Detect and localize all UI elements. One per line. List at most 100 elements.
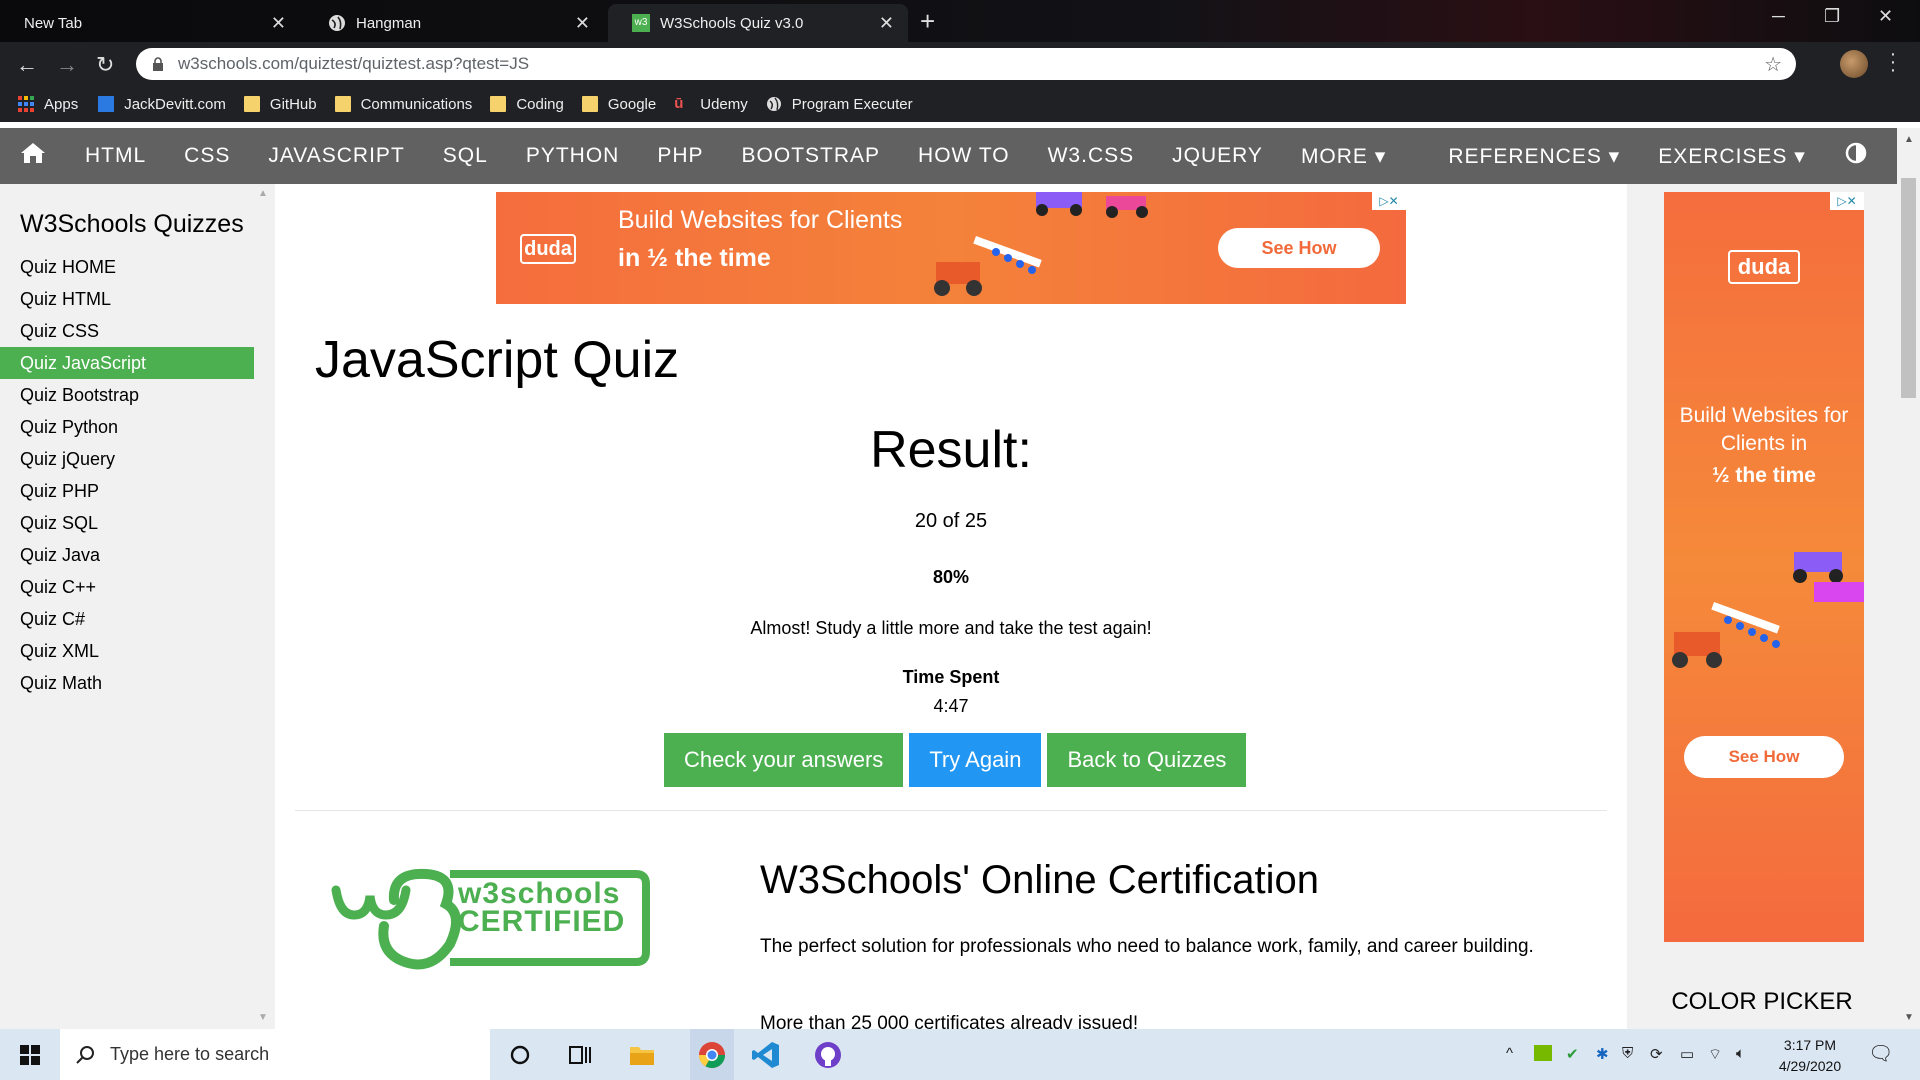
sidebar-item-quiz-bootstrap[interactable]: Quiz Bootstrap [0, 379, 275, 411]
back-arrow-icon[interactable]: ← [16, 52, 38, 78]
scrollbar-thumb[interactable] [1901, 178, 1916, 398]
bookmark-program-executer[interactable]: Program Executer [766, 96, 913, 113]
w3schools-favicon-icon: w3 [632, 14, 650, 32]
close-tab-icon[interactable]: ✕ [271, 13, 286, 34]
minimize-icon[interactable]: ─ [1772, 6, 1785, 27]
nav-how-to[interactable]: HOW TO [899, 144, 1029, 168]
volume-icon[interactable]: 🔈︎ [1736, 1045, 1745, 1062]
sidebar-item-quiz-php[interactable]: Quiz PHP [0, 475, 275, 507]
github-desktop-icon[interactable] [814, 1041, 842, 1069]
sidebar-item-quiz-java[interactable]: Quiz Java [0, 539, 275, 571]
nav-exercises[interactable]: EXERCISES ▾ [1639, 144, 1825, 169]
bookmark-coding[interactable]: Coding [490, 96, 564, 113]
nav-css[interactable]: CSS [165, 144, 249, 168]
result-score: 20 of 25 [914, 510, 988, 532]
new-tab-plus-icon[interactable]: + [920, 6, 935, 37]
sidebar-scroll-up-icon[interactable]: ▲ [258, 188, 268, 199]
restore-icon[interactable]: ❐ [1824, 6, 1840, 27]
apps-grid-icon [18, 96, 34, 112]
sidebar-item-quiz-css[interactable]: Quiz CSS [0, 315, 275, 347]
bookmark-communications[interactable]: Communications [334, 96, 472, 113]
sidebar-item-quiz-xml[interactable]: Quiz XML [0, 635, 275, 667]
color-picker-heading: COLOR PICKER [1671, 988, 1853, 1015]
ad-choices-icon[interactable]: ▷✕ [1372, 192, 1406, 210]
task-view-icon[interactable] [566, 1041, 594, 1069]
ad-subline: ½ the time [1712, 464, 1816, 487]
bookmark-jackdevitt[interactable]: JackDevitt.com [98, 96, 226, 113]
back-to-quizzes-button[interactable]: Back to Quizzes [1047, 733, 1247, 787]
update-icon[interactable]: ⟳ [1650, 1045, 1663, 1063]
sidebar-item-quiz-html[interactable]: Quiz HTML [0, 283, 275, 315]
sidebar-item-quiz-cpp[interactable]: Quiz C++ [0, 571, 275, 603]
go-kart-illustration-icon [1672, 552, 1864, 668]
scroll-up-icon[interactable]: ▲ [1904, 134, 1914, 145]
nav-more[interactable]: MORE ▾ [1282, 144, 1405, 169]
show-hidden-icons-icon[interactable]: ^ [1506, 1045, 1513, 1062]
bookmark-star-icon[interactable]: ☆ [1764, 52, 1782, 77]
nav-references[interactable]: REFERENCES ▾ [1429, 144, 1639, 169]
taskbar-search-box[interactable]: Type here to search [60, 1029, 490, 1080]
cortana-icon[interactable] [506, 1041, 534, 1069]
bookmark-google[interactable]: Google [581, 96, 656, 113]
ad-see-how-button[interactable]: See How [1684, 736, 1844, 778]
file-explorer-icon[interactable] [628, 1041, 656, 1069]
chrome-icon[interactable] [690, 1029, 734, 1080]
battery-icon[interactable]: ▭ [1680, 1045, 1694, 1063]
nav-python[interactable]: PYTHON [507, 144, 639, 168]
sidebar-item-quiz-csharp[interactable]: Quiz C# [0, 603, 275, 635]
sidebar-item-quiz-python[interactable]: Quiz Python [0, 411, 275, 443]
address-bar[interactable]: w3schools.com/quiztest/quiztest.asp?qtes… [136, 48, 1796, 80]
nav-jquery[interactable]: JQUERY [1153, 144, 1282, 168]
sidebar-item-quiz-jquery[interactable]: Quiz jQuery [0, 443, 275, 475]
sidebar-item-quiz-home[interactable]: Quiz HOME [0, 251, 275, 283]
result-percent: 80% [932, 567, 970, 587]
wifi-icon[interactable]: ⌔ [1708, 1045, 1722, 1064]
time-spent-label: Time Spent [902, 667, 1000, 687]
menu-kebab-icon[interactable]: · · · [1888, 44, 1898, 80]
nav-w3css[interactable]: W3.CSS [1029, 144, 1154, 168]
home-icon[interactable] [0, 142, 66, 170]
vscode-icon[interactable] [752, 1041, 780, 1069]
forward-arrow-icon[interactable]: → [56, 52, 78, 78]
bookmark-apps[interactable]: Apps [18, 96, 78, 113]
w3schools-certified-logo: w3schools CERTIFIED [330, 860, 660, 980]
sync-check-icon[interactable]: ✔ [1566, 1045, 1579, 1063]
sidebar-scroll-down-icon[interactable]: ▼ [258, 1012, 268, 1023]
tab-hangman[interactable]: Hangman ✕ [304, 4, 604, 42]
scroll-down-icon[interactable]: ▼ [1904, 1012, 1914, 1023]
profile-avatar[interactable] [1840, 50, 1868, 78]
nav-bootstrap[interactable]: BOOTSTRAP [723, 144, 900, 168]
nav-javascript[interactable]: JAVASCRIPT [249, 144, 423, 168]
close-tab-icon[interactable]: ✕ [575, 13, 590, 34]
page-title: JavaScript Quiz [315, 331, 680, 389]
sidebar-item-quiz-sql[interactable]: Quiz SQL [0, 507, 275, 539]
notifications-icon[interactable]: 🗨︎ [1868, 1041, 1893, 1066]
close-tab-icon[interactable]: ✕ [879, 13, 894, 34]
nav-sql[interactable]: SQL [424, 144, 507, 168]
cert-logo-text: w3schools CERTIFIED [458, 877, 626, 938]
nav-php[interactable]: PHP [638, 144, 722, 168]
reload-icon[interactable]: ↻ [96, 52, 114, 78]
taskbar-clock[interactable]: 3:17 PM 4/29/2020 [1760, 1035, 1860, 1077]
ad-brand-logo: duda [1728, 250, 1800, 284]
ad-banner[interactable]: duda Build Websites for Clients in ½ the… [496, 192, 1406, 304]
sidebar-item-quiz-math[interactable]: Quiz Math [0, 667, 275, 699]
sidebar-item-quiz-javascript[interactable]: Quiz JavaScript [0, 347, 254, 379]
bookmark-udemy[interactable]: ū Udemy [674, 96, 748, 113]
dark-mode-icon[interactable] [1825, 142, 1887, 170]
page-scrollbar[interactable]: ▲ ▼ [1897, 128, 1920, 1029]
ad-see-how-button[interactable]: See How [1218, 228, 1380, 268]
try-again-button[interactable]: Try Again [909, 733, 1042, 787]
tab-w3schools-quiz[interactable]: w3 W3Schools Quiz v3.0 ✕ [608, 4, 908, 42]
tab-new-tab[interactable]: New Tab ✕ [0, 4, 300, 42]
close-window-icon[interactable]: ✕ [1878, 6, 1893, 27]
check-answers-button[interactable]: Check your answers [664, 733, 904, 787]
bluetooth-icon[interactable]: ✱ [1596, 1045, 1609, 1063]
ad-skyscraper[interactable]: duda Build Websites for Clients in ½ the… [1664, 192, 1864, 942]
security-icon[interactable]: ⛨ [1622, 1045, 1633, 1062]
bookmark-github[interactable]: GitHub [243, 96, 317, 113]
windows-start-icon[interactable] [20, 1045, 40, 1065]
ad-choices-icon[interactable]: ▷✕ [1830, 192, 1864, 210]
nav-html[interactable]: HTML [66, 144, 165, 168]
nvidia-icon[interactable] [1534, 1045, 1552, 1061]
